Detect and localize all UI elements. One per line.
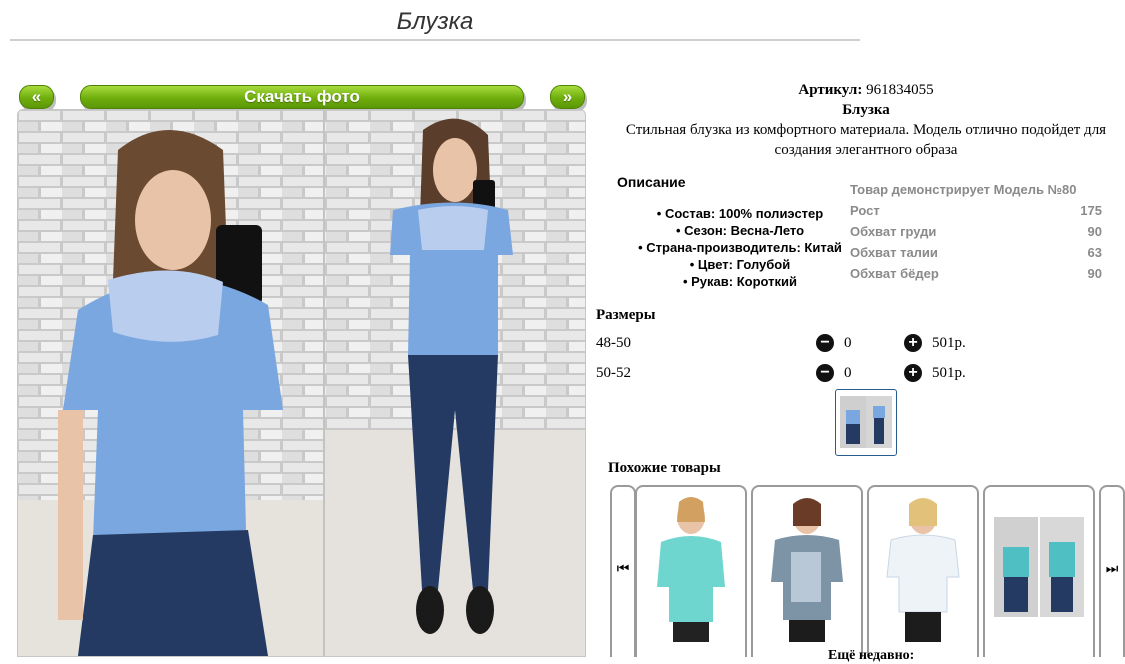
title-divider (10, 39, 860, 41)
sizes-heading: Размеры (596, 307, 656, 323)
description-item: Страна-производитель: Китай (615, 239, 865, 256)
size-label: 48-50 (596, 335, 631, 351)
similar-product-image (886, 498, 960, 642)
measure-value: 90 (1087, 266, 1102, 281)
measure-row: Обхват бёдер 90 (850, 263, 1102, 284)
similar-heading: Похожие товары (608, 460, 721, 476)
quantity-value: 0 (844, 335, 852, 351)
measure-value: 63 (1087, 245, 1102, 260)
article-label: Артикул: (798, 82, 863, 98)
measure-value: 175 (1080, 203, 1102, 218)
size-label: 50-52 (596, 365, 631, 381)
model-measurements: Товар демонстрирует Модель №80 Рост 175 О… (850, 179, 1102, 284)
minus-circle-icon[interactable]: − (816, 334, 834, 352)
product-name: Блузка (842, 102, 890, 118)
product-photo-image (18, 110, 585, 656)
prev-photo-button[interactable]: « (19, 85, 54, 109)
similar-product-image (994, 517, 1084, 617)
quantity-value: 0 (844, 365, 852, 381)
recently-viewed-heading: Ещё недавно: (828, 648, 915, 663)
measure-row: Рост 175 (850, 200, 1102, 221)
model-heading: Товар демонстрирует Модель №80 (850, 182, 1077, 197)
price-value: 501р. (932, 335, 966, 351)
measure-label: Рост (850, 203, 880, 218)
product-tagline-line2: создания элегантного образа (774, 142, 958, 158)
description-item: Состав: 100% полиэстер (615, 205, 865, 222)
similar-product-card[interactable] (983, 485, 1095, 657)
product-info: Артикул: 961834055 Блузка Стильная блузк… (606, 80, 1125, 160)
page-title: Блузка (396, 8, 474, 35)
description-heading: Описание (617, 174, 686, 190)
similar-product-image (657, 497, 725, 642)
plus-circle-icon[interactable]: + (904, 364, 922, 382)
description-item: Цвет: Голубой (615, 256, 865, 273)
download-photo-button[interactable]: Скачать фото (80, 85, 524, 109)
minus-circle-icon[interactable]: − (816, 364, 834, 382)
thumbnail-image (840, 396, 892, 448)
similar-product-card[interactable] (751, 485, 863, 657)
plus-circle-icon[interactable]: + (904, 334, 922, 352)
skip-back-icon[interactable]: ⏮ (610, 485, 636, 657)
skip-forward-icon[interactable]: ⏭ (1099, 485, 1125, 657)
description-item: Рукав: Короткий (615, 273, 865, 290)
product-photo[interactable] (17, 109, 586, 657)
measure-label: Обхват бёдер (850, 266, 939, 281)
price-value: 501р. (932, 365, 966, 381)
measure-label: Обхват талии (850, 245, 938, 260)
size-row: 50-52 − 0 + 501р. (596, 362, 996, 384)
measure-label: Обхват груди (850, 224, 937, 239)
similar-product-card[interactable] (867, 485, 979, 657)
size-row: 48-50 − 0 + 501р. (596, 332, 996, 354)
similar-product-image (771, 498, 843, 642)
measure-value: 90 (1087, 224, 1102, 239)
next-photo-button[interactable]: » (550, 85, 585, 109)
article-value: 961834055 (866, 82, 934, 98)
description-list: Состав: 100% полиэстер Сезон: Весна-Лето… (615, 205, 865, 290)
description-item: Сезон: Весна-Лето (615, 222, 865, 239)
similar-product-card[interactable] (635, 485, 747, 657)
measure-row: Обхват талии 63 (850, 242, 1102, 263)
photo-thumbnail[interactable] (835, 389, 897, 456)
measure-row: Обхват груди 90 (850, 221, 1102, 242)
product-tagline-line1: Стильная блузка из комфортного материала… (625, 122, 1107, 138)
